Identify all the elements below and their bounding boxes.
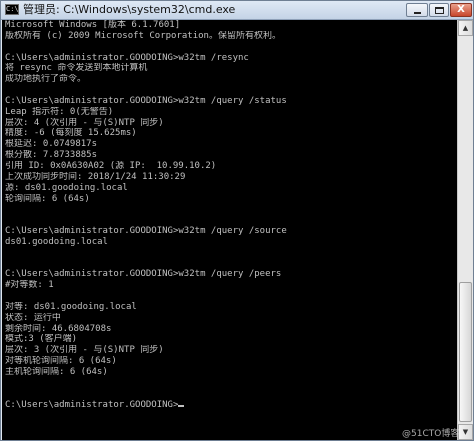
console-line: 根分散: 7.8733885s <box>5 150 98 161</box>
scroll-down-arrow[interactable]: ▼ <box>458 424 473 440</box>
console-line: 上次成功同步时间: 2018/1/24 11:30:29 <box>5 171 186 182</box>
console-line: Leap 指示符: 0(无警告) <box>5 106 114 117</box>
vertical-scrollbar[interactable]: ▲ ▼ <box>457 20 473 440</box>
console-line: #对等数: 1 <box>5 280 54 291</box>
console-line: 模式:3 (客户端) <box>5 334 78 345</box>
console-line: 将 resync 命令发送到本地计算机 <box>5 63 148 74</box>
scroll-thumb[interactable] <box>459 282 472 422</box>
console-line: 对等: ds01.goodoing.local <box>5 301 137 312</box>
console-line: 对等机轮询间隔: 6 (64s) <box>5 356 117 367</box>
console-line: 轮询间隔: 6 (64s) <box>5 193 90 204</box>
maximize-button[interactable] <box>429 3 449 17</box>
console-line: 引用 ID: 0x0A630A02 (源 IP: 10.99.10.2) <box>5 160 217 171</box>
console-line: 主机轮询间隔: 6 (64s) <box>5 367 108 377</box>
console-line: 成功地执行了命令。 <box>5 74 87 85</box>
console-line: C:\Users\administrator.GOODOING>w32tm /r… <box>5 52 249 63</box>
console-text: Microsoft Windows [版本 6.1.7601] 版权所有 (c)… <box>5 20 457 410</box>
window-title: 管理员: C:\Windows\system32\cmd.exe <box>23 3 236 16</box>
console-output[interactable]: Microsoft Windows [版本 6.1.7601] 版权所有 (c)… <box>2 20 457 440</box>
console-line: 精度: -6 (每刻度 15.625ms) <box>5 128 137 139</box>
maximize-icon <box>435 7 444 14</box>
console-icon[interactable]: C:\ <box>5 4 19 15</box>
cmd-window: C:\ 管理员: C:\Windows\system32\cmd.exe X M… <box>0 0 474 441</box>
title-bar[interactable]: C:\ 管理员: C:\Windows\system32\cmd.exe X <box>1 1 473 20</box>
console-line: ds01.goodoing.local <box>5 236 108 247</box>
console-line: 版权所有 (c) 2009 Microsoft Corporation。保留所有… <box>5 30 281 41</box>
watermark: @51CTO博客 <box>402 429 460 439</box>
close-icon: X <box>457 4 465 15</box>
console-line: 层次: 4 (次引用 - 与(S)NTP 同步) <box>5 117 164 128</box>
text-cursor <box>178 404 185 407</box>
console-line: Microsoft Windows [版本 6.1.7601] <box>5 20 181 30</box>
minimize-button[interactable] <box>406 3 428 17</box>
prompt-text: C:\Users\administrator.GOODOING> <box>5 399 179 410</box>
console-line: C:\Users\administrator.GOODOING>w32tm /q… <box>5 269 282 280</box>
console-line: 源: ds01.goodoing.local <box>5 182 128 193</box>
console-line: 根延迟: 0.0749817s <box>5 139 98 150</box>
console-line: C:\Users\administrator.GOODOING>w32tm /q… <box>5 226 287 237</box>
console-prompt-line[interactable]: C:\Users\administrator.GOODOING> <box>5 400 457 411</box>
console-line: 状态: 运行中 <box>5 312 61 323</box>
console-line: 层次: 3 (次引用 - 与(S)NTP 同步) <box>5 345 164 356</box>
minimize-icon <box>414 12 421 14</box>
console-line: 剩余时间: 46.6804708s <box>5 323 112 334</box>
console-line: C:\Users\administrator.GOODOING>w32tm /q… <box>5 95 287 106</box>
scroll-up-arrow[interactable]: ▲ <box>458 20 473 36</box>
close-button[interactable]: X <box>450 3 472 17</box>
